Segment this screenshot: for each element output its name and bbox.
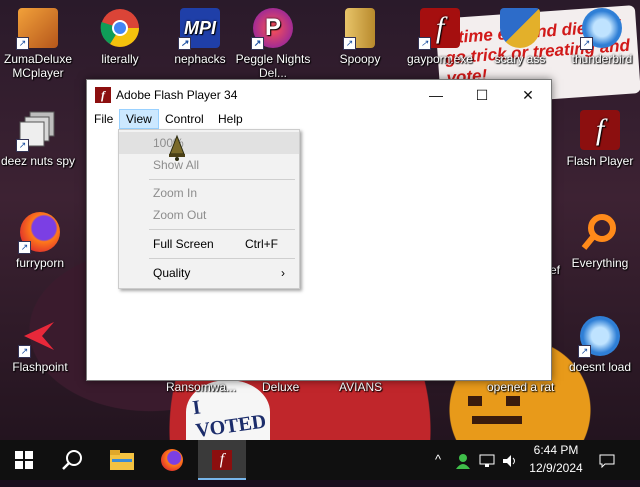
desktop-icon-deez-nuts-spy[interactable]: ↗ deez nuts spy (0, 110, 76, 168)
shield-icon (500, 8, 540, 48)
maximize-button[interactable]: ☐ (459, 80, 505, 110)
stacked-pages-icon: ↗ (16, 110, 58, 152)
menu-option-zoom-out[interactable]: Zoom Out (119, 204, 299, 226)
window-title: Adobe Flash Player 34 (116, 88, 238, 102)
flash-icon: f (212, 450, 232, 470)
desktop-icon-label: Spoopy (339, 52, 381, 66)
desktop-icon-label: thunderbird (571, 52, 633, 66)
folder-zip-icon: ↗ (343, 8, 375, 50)
search-ring-icon (580, 212, 620, 252)
desktop-icon-label-deluxe[interactable]: Deluxe (262, 380, 299, 394)
menu-view[interactable]: View (119, 109, 159, 129)
desktop-icon-gayporn[interactable]: f ↗ gayporn.exe (402, 8, 478, 66)
thunderbird-icon: ↗ (580, 8, 622, 50)
minimize-button[interactable]: — (413, 80, 459, 110)
cursor-icon (169, 134, 185, 161)
desktop-icon-label: furryporn (15, 256, 65, 270)
desktop-icon-flashpoint[interactable]: ↗ Flashpoint (2, 316, 78, 374)
desktop-icon-label: Flash Player (566, 154, 634, 168)
pumpkin-face (462, 392, 532, 432)
menu-separator (149, 179, 295, 180)
menu-option-zoom-in[interactable]: Zoom In (119, 182, 299, 204)
menu-file[interactable]: File (88, 110, 119, 128)
zuma-icon: ↗ (16, 8, 58, 50)
desktop-icon-doesnt-load[interactable]: ↗ doesnt load (562, 316, 638, 374)
volume-icon[interactable] (500, 440, 520, 480)
chrome-icon (100, 8, 140, 48)
flashpoint-icon: ↗ (18, 316, 60, 358)
desktop-icon-scary-ass[interactable]: scary ass (482, 8, 558, 66)
network-icon[interactable] (476, 440, 498, 480)
menu-separator (149, 258, 295, 259)
desktop-icon-label: gayporn.exe (406, 52, 474, 66)
desktop-icon-label-avians[interactable]: AVIANS (339, 380, 382, 394)
tray-user-icon[interactable] (452, 440, 474, 480)
chevron-right-icon: › (281, 266, 285, 280)
notification-icon[interactable] (596, 440, 618, 480)
firefox-icon (161, 449, 183, 471)
desktop-icon-zuma[interactable]: ↗ ZumaDeluxe MCplayer (0, 8, 76, 80)
flash-icon: f (580, 110, 620, 150)
view-menu-dropdown: 100% Show All Zoom In Zoom Out Full Scre… (118, 129, 300, 289)
menu-option-full-screen[interactable]: Full Screen Ctrl+F (119, 233, 299, 255)
desktop-icon-spoopy[interactable]: ↗ Spoopy (322, 8, 398, 66)
menu-control[interactable]: Control (159, 110, 210, 128)
taskbar-search-button[interactable] (48, 440, 96, 480)
shortcut-label: Ctrl+F (245, 237, 278, 251)
desktop-icon-everything[interactable]: Everything (562, 212, 638, 270)
menu-option-show-all[interactable]: Show All (119, 154, 299, 176)
menu-option-100-percent[interactable]: 100% (119, 132, 299, 154)
desktop-icon-nephacks[interactable]: MPI ↗ nephacks (162, 8, 238, 66)
file-explorer-icon (110, 450, 134, 470)
clock-time[interactable]: 6:44 PM (520, 443, 592, 457)
desktop-icon-label: nephacks (174, 52, 226, 66)
voted-sticker-text: I VOTED (191, 396, 268, 440)
flash-icon: f ↗ (418, 8, 460, 50)
desktop-icon-flash-player[interactable]: f Flash Player (562, 110, 638, 168)
menu-help[interactable]: Help (212, 110, 249, 128)
taskbar-file-explorer[interactable] (98, 440, 146, 480)
desktop-icon-label: scary ass (494, 52, 546, 66)
menu-bar: File View Control Help (87, 109, 551, 129)
desktop-icon-label: literally (101, 52, 139, 66)
mpi-icon: MPI ↗ (178, 8, 220, 50)
desktop-icon-label: deez nuts spy (0, 154, 76, 168)
desktop-icon-thunderbird[interactable]: ↗ thunderbird (564, 8, 640, 66)
start-button[interactable] (0, 440, 48, 480)
clock-date[interactable]: 12/9/2024 (520, 461, 592, 475)
desktop-icon-furryporn[interactable]: ↗ furryporn (2, 212, 78, 270)
thunderbird-icon: ↗ (578, 316, 620, 358)
peggle-icon: P ↗ (251, 8, 293, 50)
taskbar-flash-player[interactable]: f (198, 440, 246, 480)
firefox-icon: ↗ (18, 212, 60, 254)
menu-option-quality[interactable]: Quality › (119, 262, 299, 284)
desktop-icon-label: Everything (571, 256, 629, 270)
taskbar-firefox[interactable] (148, 440, 196, 480)
desktop-icon-label: Peggle Nights Del... (235, 52, 311, 80)
window-titlebar[interactable]: f Adobe Flash Player 34 — ☐ ✕ (87, 80, 551, 110)
desktop-icon-label-ransomware[interactable]: Ransomwa... (166, 380, 236, 394)
tray-overflow-chevron[interactable]: ^ (428, 440, 448, 480)
desktop-icon-label-opened-a-rat[interactable]: opened a rat (487, 380, 554, 394)
desktop-icon-label: doesnt load (568, 360, 632, 374)
search-icon (62, 450, 82, 470)
desktop-icon-label: Flashpoint (12, 360, 68, 374)
windows-logo-icon (15, 451, 33, 469)
menu-separator (149, 229, 295, 230)
desktop-icon-label: ZumaDeluxe MCplayer (3, 52, 73, 80)
desktop-icon-peggle[interactable]: P ↗ Peggle Nights Del... (234, 8, 312, 80)
flash-icon: f (95, 87, 111, 103)
desktop-icon-literally[interactable]: literally (82, 8, 158, 66)
close-button[interactable]: ✕ (505, 80, 551, 110)
